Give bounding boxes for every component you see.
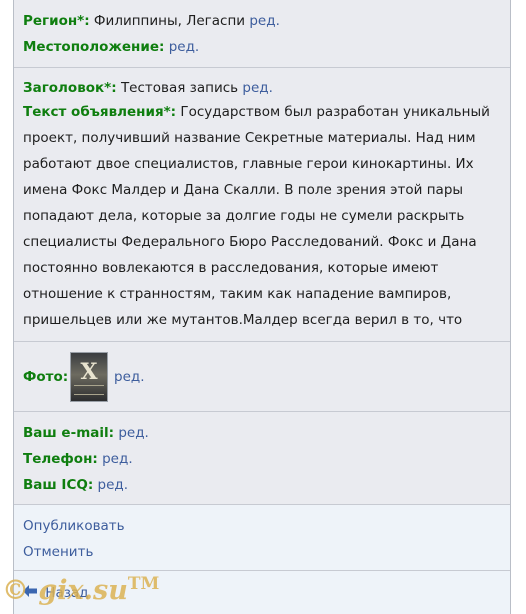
publish-row: Опубликовать (23, 513, 501, 539)
photo-thumbnail[interactable]: X (70, 352, 108, 402)
title-value: Тестовая запись (120, 80, 239, 96)
email-label: Ваш e-mail: (23, 425, 115, 441)
location-label: Местоположение: (23, 39, 165, 55)
phone-label: Телефон: (23, 451, 98, 467)
trademark-mark: TM (127, 574, 160, 594)
region-row: Регион*: Филиппины, Легаспи ред. (23, 8, 501, 34)
region-edit-link[interactable]: ред. (249, 13, 280, 29)
photo-edit-link[interactable]: ред. (114, 369, 145, 385)
cancel-link[interactable]: Отменить (23, 544, 93, 560)
region-value: Филиппины, Легаспи (93, 13, 246, 29)
title-row: Заголовок*: Тестовая запись ред. (23, 75, 501, 101)
ad-preview-panel: Регион*: Филиппины, Легаспи ред. Местопо… (13, 0, 511, 614)
contacts-section: Ваш e-mail: ред. Телефон: ред. Ваш ICQ: … (14, 412, 510, 505)
title-label: Заголовок*: (23, 80, 117, 96)
region-label: Регион*: (23, 13, 90, 29)
email-edit-link[interactable]: ред. (118, 425, 149, 441)
actions-section: Опубликовать Отменить (14, 505, 510, 571)
watermark-logo: © gix.suTM (2, 574, 159, 606)
icq-label: Ваш ICQ: (23, 477, 94, 493)
icq-edit-link[interactable]: ред. (98, 477, 129, 493)
icq-row: Ваш ICQ: ред. (23, 472, 501, 498)
email-row: Ваш e-mail: ред. (23, 420, 501, 446)
title-edit-link[interactable]: ред. (242, 80, 273, 96)
ad-text-value: Государством был разработан уникальный п… (23, 104, 490, 354)
cancel-row: Отменить (23, 539, 501, 565)
publish-link[interactable]: Опубликовать (23, 518, 125, 534)
x-files-logo: X (80, 359, 98, 385)
location-section: Регион*: Филиппины, Легаспи ред. Местопо… (14, 0, 510, 68)
photo-edit-row: ред. (114, 364, 501, 390)
ad-text-label: Текст объявления*: (23, 104, 177, 120)
ad-text-block: Текст объявления*: Государством был разр… (23, 99, 501, 359)
location-edit-link[interactable]: ред. (169, 39, 200, 55)
phone-row: Телефон: ред. (23, 446, 501, 472)
photo-label: Фото: (23, 369, 69, 385)
location-row: Местоположение: ред. (23, 34, 501, 60)
phone-edit-link[interactable]: ред. (102, 451, 133, 467)
watermark-text: © gix.su (2, 575, 128, 606)
thumbnail-caption-band (74, 385, 104, 395)
